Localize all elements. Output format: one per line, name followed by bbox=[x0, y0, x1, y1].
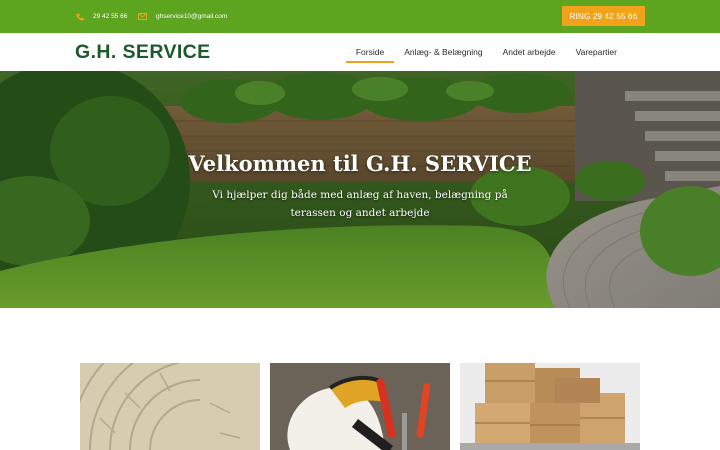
email-contact[interactable]: ghservice10@gmail.com bbox=[138, 12, 227, 21]
hero-subtitle: Vi hjælper dig både med anlæg af haven, … bbox=[212, 189, 508, 219]
card-belaegning[interactable] bbox=[80, 363, 260, 450]
hero-title: Velkommen til G.H. SERVICE bbox=[188, 151, 532, 176]
site-header: G.H. SERVICE Forside Anlæg- & Belægning … bbox=[0, 33, 720, 71]
main-nav: Forside Anlæg- & Belægning Andet arbejde… bbox=[345, 33, 627, 71]
service-cards bbox=[80, 363, 640, 450]
site-logo[interactable]: G.H. SERVICE bbox=[75, 41, 211, 64]
hero-banner: Velkommen til G.H. SERVICE Vi hjælper di… bbox=[0, 71, 720, 308]
paving-stones-image bbox=[80, 363, 260, 450]
nav-item-forside[interactable]: Forside bbox=[345, 33, 395, 71]
top-bar: 29 42 55 66 ghservice10@gmail.com RING 2… bbox=[0, 0, 720, 33]
card-varepartier[interactable] bbox=[460, 363, 640, 450]
cardboard-boxes-image bbox=[460, 363, 640, 450]
envelope-icon bbox=[138, 12, 147, 21]
card-andet-arbejde[interactable] bbox=[270, 363, 450, 450]
nav-item-varepartier[interactable]: Varepartier bbox=[566, 33, 627, 71]
work-tools-image bbox=[270, 363, 450, 450]
call-button[interactable]: RING 29 42 55 66 bbox=[562, 6, 645, 26]
phone-icon bbox=[75, 12, 84, 21]
email-address: ghservice10@gmail.com bbox=[156, 13, 228, 20]
phone-number: 29 42 55 66 bbox=[93, 13, 128, 20]
nav-item-anlaeg-belaegning[interactable]: Anlæg- & Belægning bbox=[394, 33, 492, 71]
nav-item-andet-arbejde[interactable]: Andet arbejde bbox=[493, 33, 566, 71]
phone-contact[interactable]: 29 42 55 66 bbox=[75, 12, 127, 21]
